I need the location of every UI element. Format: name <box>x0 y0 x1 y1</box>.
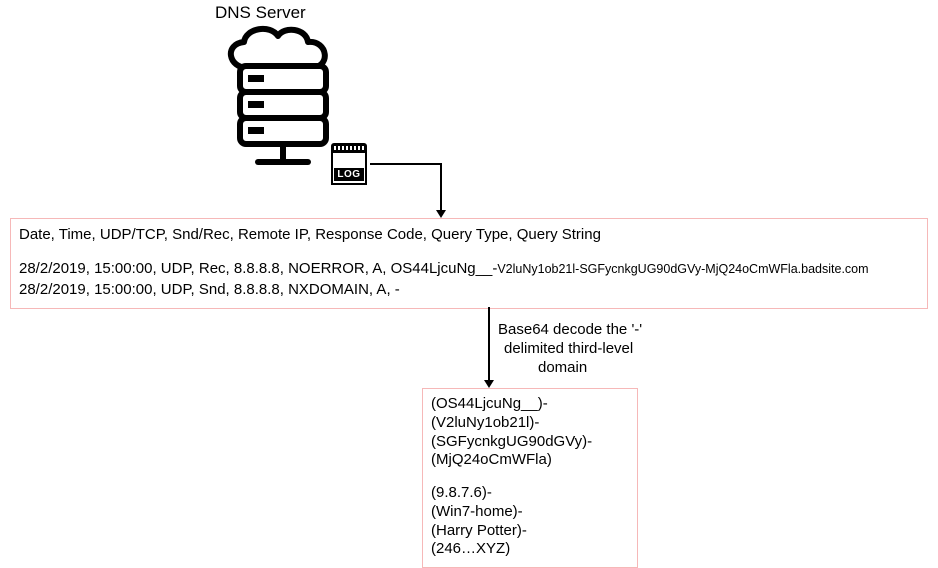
log-row-1-query-suffix: V2luNy1ob21l-SGFycnkgUG90dGVy-MjQ24oCmWF… <box>497 262 868 276</box>
decoded-part-1: (9.8.7.6)- <box>431 484 629 503</box>
encoded-part-4: (MjQ24oCmWFla) <box>431 451 629 470</box>
log-header-row: Date, Time, UDP/TCP, Snd/Rec, Remote IP,… <box>19 225 919 245</box>
encoded-part-3: (SGFycnkgUG90dGVy)- <box>431 433 629 452</box>
arrow-log-to-table-head <box>436 210 446 218</box>
arrow-table-to-decode-head <box>484 380 494 388</box>
log-row-1: 28/2/2019, 15:00:00, UDP, Rec, 8.8.8.8, … <box>19 259 919 279</box>
decoded-part-4: (246…XYZ) <box>431 540 629 559</box>
dns-server-icon <box>218 22 348 176</box>
log-row-2: 28/2/2019, 15:00:00, UDP, Snd, 8.8.8.8, … <box>19 280 919 300</box>
arrow-decode-label-line1: Base64 decode the '-' <box>498 321 642 340</box>
arrow-table-to-decode-v <box>488 307 490 381</box>
arrow-decode-label-line2: delimited third-level <box>498 340 642 359</box>
dns-log-table: Date, Time, UDP/TCP, Snd/Rec, Remote IP,… <box>10 218 928 309</box>
log-file-icon: LOG <box>331 143 367 185</box>
arrow-decode-label: Base64 decode the '-' delimited third-le… <box>498 321 642 377</box>
arrow-decode-label-line3: domain <box>498 359 642 378</box>
log-file-label: LOG <box>334 168 363 181</box>
arrow-log-to-table-v <box>440 163 442 211</box>
arrow-log-to-table-h <box>370 163 442 165</box>
log-row-1-prefix: 28/2/2019, 15:00:00, UDP, Rec, 8.8.8.8, … <box>19 260 497 277</box>
encoded-part-1: (OS44LjcuNg__)- <box>431 395 629 414</box>
encoded-part-2: (V2luNy1ob21l)- <box>431 414 629 433</box>
decode-box: (OS44LjcuNg__)- (V2luNy1ob21l)- (SGFycnk… <box>422 388 638 568</box>
dns-server-title: DNS Server <box>215 3 306 23</box>
decoded-part-3: (Harry Potter)- <box>431 522 629 541</box>
decoded-part-2: (Win7-home)- <box>431 503 629 522</box>
